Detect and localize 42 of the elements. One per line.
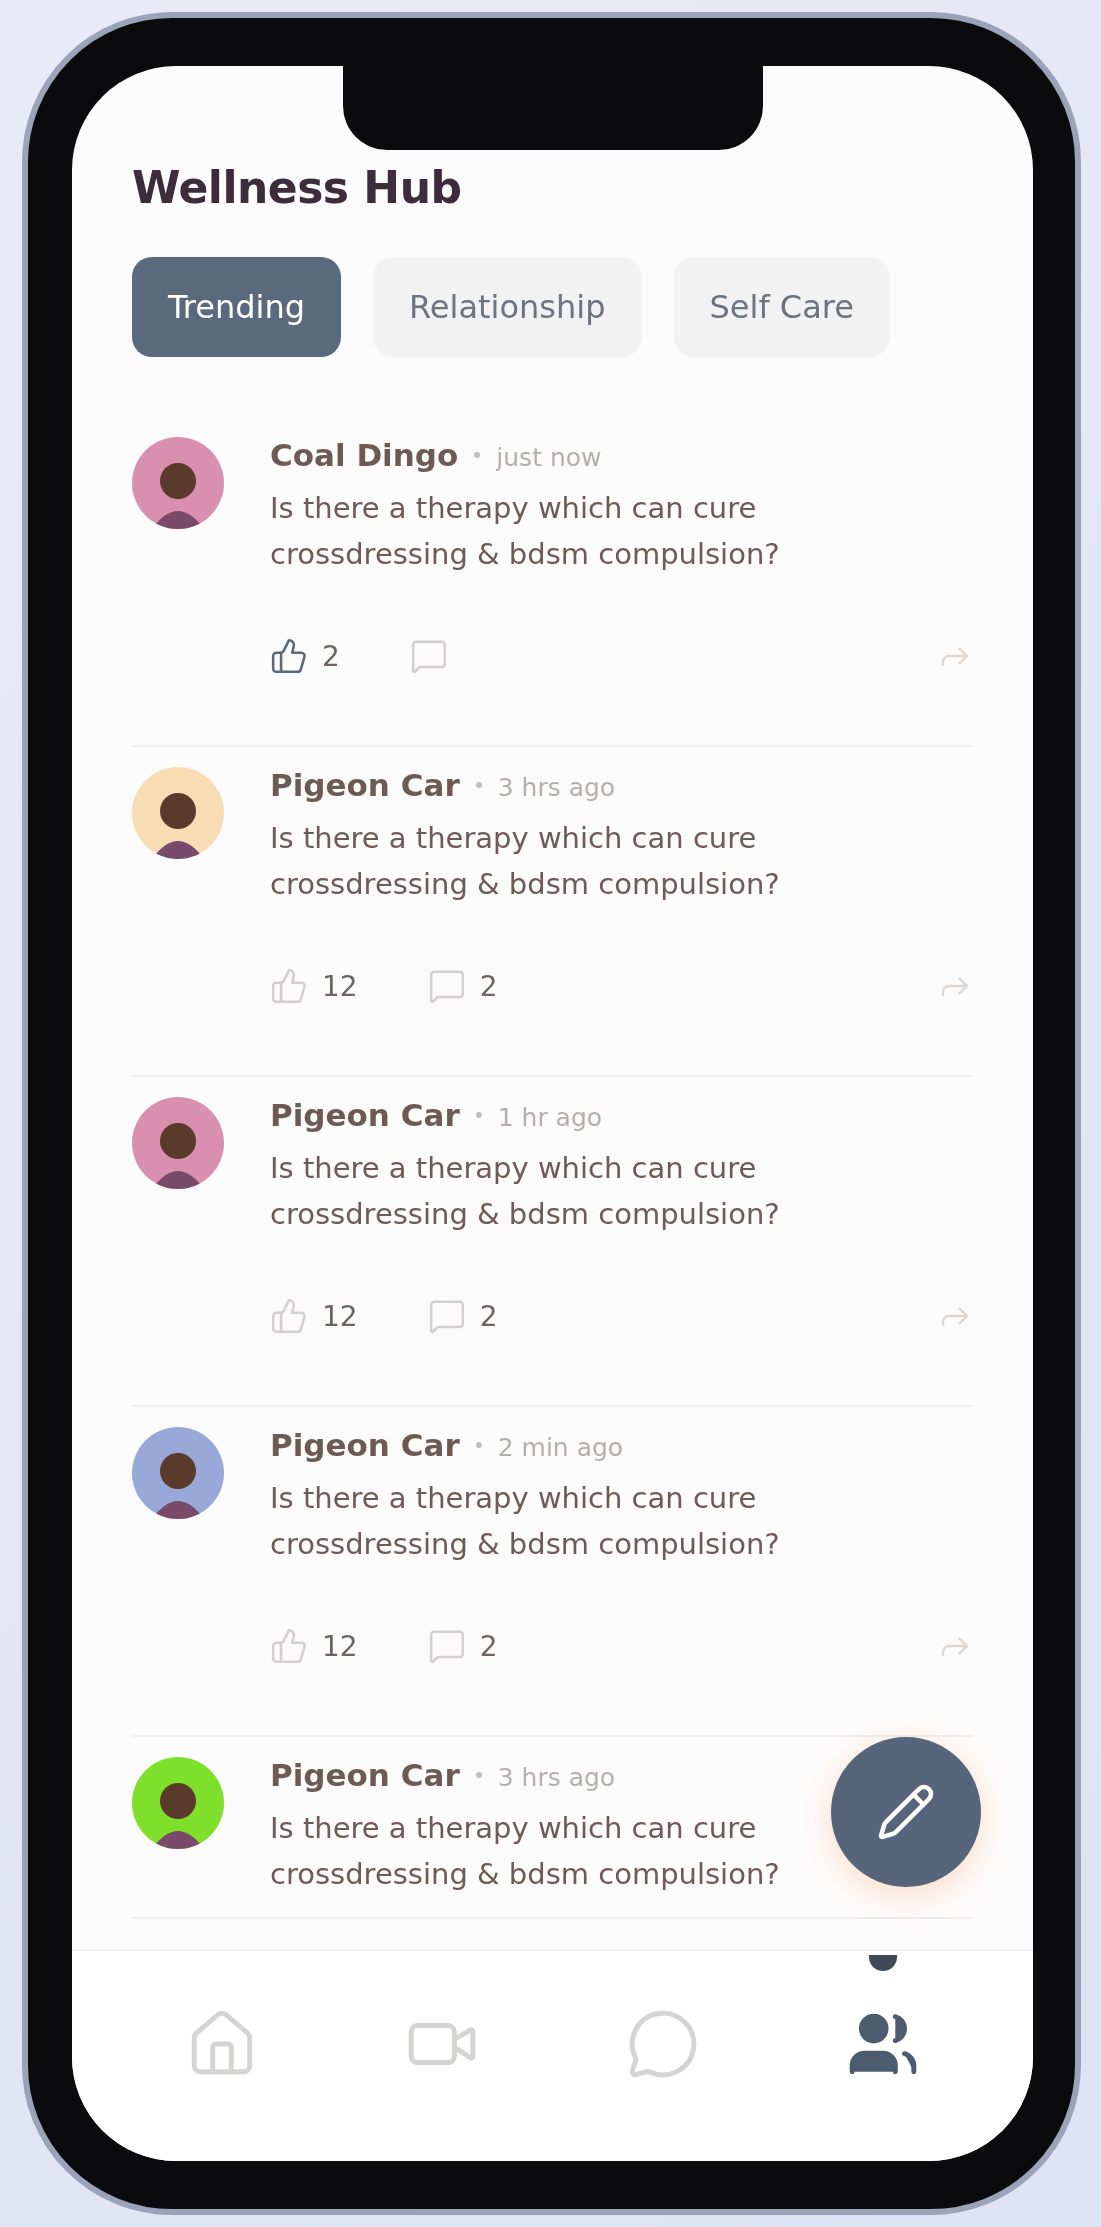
comment-button[interactable] bbox=[409, 637, 448, 675]
post-text: Is there a therapy which can cure crossdressing & bdsm compulsion? bbox=[270, 1150, 781, 1233]
post-time: 1 hr ago bbox=[497, 1103, 603, 1132]
app-title: Wellness Hub bbox=[132, 162, 463, 213]
like-button[interactable]: 2 bbox=[270, 637, 340, 675]
speech-bubble-icon bbox=[427, 1297, 466, 1335]
post-time: 2 min ago bbox=[497, 1433, 624, 1462]
separator-dot bbox=[475, 1442, 482, 1448]
thumbs-up-icon bbox=[270, 1627, 308, 1665]
pencil-icon bbox=[876, 1782, 936, 1842]
speech-bubble-icon bbox=[427, 1627, 466, 1665]
post-text: Is there a therapy which can cure crossdressing & bdsm compulsion? bbox=[270, 820, 781, 903]
author-name: Pigeon Car bbox=[270, 767, 460, 803]
separator-dot bbox=[475, 782, 482, 788]
author-name: Pigeon Car bbox=[270, 1097, 460, 1133]
thumbs-up-icon bbox=[270, 637, 308, 675]
separator-dot bbox=[475, 1772, 482, 1778]
like-button[interactable]: 12 bbox=[270, 1297, 358, 1335]
category-tab[interactable]: Trending bbox=[132, 257, 342, 357]
comment-button[interactable]: 2 bbox=[427, 1627, 498, 1665]
category-tab[interactable]: Self Care bbox=[673, 257, 890, 357]
thumbs-up-icon bbox=[270, 967, 308, 1005]
post-text: Is there a therapy which can cure crossdressing & bdsm compulsion? bbox=[270, 490, 781, 573]
thumbs-up-icon bbox=[270, 1297, 308, 1335]
like-button[interactable]: 12 bbox=[270, 967, 358, 1005]
comment-button[interactable]: 2 bbox=[427, 967, 498, 1005]
speech-bubble-icon bbox=[409, 637, 448, 675]
comment-button[interactable]: 2 bbox=[427, 1297, 498, 1335]
speech-bubble-icon bbox=[427, 967, 466, 1005]
separator-dot bbox=[474, 452, 481, 458]
post-time: just now bbox=[496, 443, 602, 472]
category-tab[interactable]: Relationship bbox=[373, 257, 642, 357]
author-name: Pigeon Car bbox=[270, 1757, 460, 1793]
active-indicator bbox=[868, 1955, 897, 1971]
post-time: 3 hrs ago bbox=[497, 773, 616, 802]
author-name: Pigeon Car bbox=[270, 1427, 460, 1463]
post-text: Is there a therapy which can cure crossdressing & bdsm compulsion? bbox=[270, 1810, 781, 1893]
like-button[interactable]: 12 bbox=[270, 1627, 358, 1665]
post-time: 3 hrs ago bbox=[497, 1763, 616, 1792]
author-name: Coal Dingo bbox=[270, 437, 459, 473]
separator-dot bbox=[475, 1112, 482, 1118]
post-text: Is there a therapy which can cure crossdressing & bdsm compulsion? bbox=[270, 1480, 781, 1563]
